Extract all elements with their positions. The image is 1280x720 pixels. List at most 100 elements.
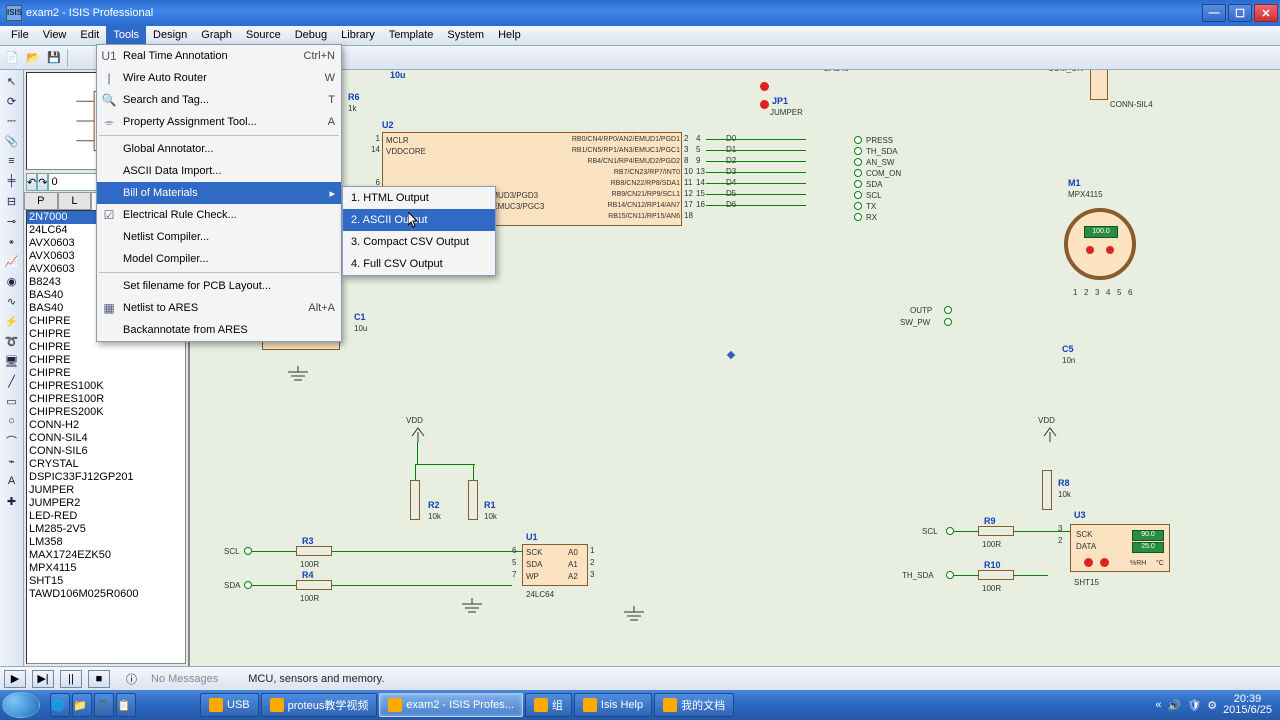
menu-edit[interactable]: Edit <box>73 26 106 45</box>
new-file-icon[interactable]: 📄 <box>2 48 22 68</box>
close-button[interactable]: ✕ <box>1254 4 1278 22</box>
device-item[interactable]: CHIPRE <box>27 367 185 380</box>
textdraw-icon[interactable]: A <box>2 472 22 490</box>
menu-library[interactable]: Library <box>334 26 382 45</box>
device-item[interactable]: LM358 <box>27 536 185 549</box>
tools-dropdown[interactable]: U1Real Time AnnotationCtrl+N|Wire Auto R… <box>96 44 342 342</box>
device-item[interactable]: CHIPRES100K <box>27 380 185 393</box>
stop-button[interactable]: ■ <box>88 670 110 688</box>
refresh-icon[interactable]: ⟳ <box>2 92 22 110</box>
device-item[interactable]: CHIPRES100R <box>27 393 185 406</box>
menu-tools[interactable]: Tools <box>106 26 146 45</box>
device-item[interactable]: LED-RED <box>27 510 185 523</box>
submenu-item[interactable]: 1. HTML Output <box>343 187 495 209</box>
menu-system[interactable]: System <box>440 26 491 45</box>
menu-item[interactable]: Backannotate from ARES <box>97 319 341 341</box>
tray-expand-icon[interactable]: « <box>1155 699 1161 711</box>
menu-graph[interactable]: Graph <box>194 26 239 45</box>
tape-icon[interactable]: ◉ <box>2 272 22 290</box>
menu-item[interactable]: Set filename for PCB Layout... <box>97 275 341 297</box>
play-button[interactable]: ▶ <box>4 670 26 688</box>
bus-icon[interactable]: ╪ <box>2 172 22 190</box>
submenu-item[interactable]: 4. Full CSV Output <box>343 253 495 275</box>
schematic-canvas[interactable]: R6 1k 10u U2 MCLRVDDCOREOSC1/CLK/CN30/RA… <box>190 70 1280 666</box>
tray-explorer[interactable]: 📁 <box>72 693 92 717</box>
device-item[interactable]: MAX1724EZK50 <box>27 549 185 562</box>
menu-item[interactable]: Netlist Compiler... <box>97 226 341 248</box>
device-item[interactable]: CHIPRE <box>27 354 185 367</box>
maximize-button[interactable]: ☐ <box>1228 4 1252 22</box>
menu-item[interactable]: ▦Netlist to ARESAlt+A <box>97 297 341 319</box>
menu-view[interactable]: View <box>36 26 74 45</box>
menu-item[interactable]: ☑Electrical Rule Check... <box>97 204 341 226</box>
path-icon[interactable]: ⌁ <box>2 452 22 470</box>
circle-icon[interactable]: ○ <box>2 412 22 430</box>
tab-l[interactable]: L <box>58 192 92 210</box>
component-icon[interactable]: ⎓ <box>2 112 22 130</box>
submenu-item[interactable]: 3. Compact CSV Output <box>343 231 495 253</box>
device-item[interactable]: LM285-2V5 <box>27 523 185 536</box>
wire-label-icon[interactable]: 📎 <box>2 132 22 150</box>
minimize-button[interactable]: — <box>1202 4 1226 22</box>
task-button[interactable]: exam2 - ISIS Profes... <box>379 693 523 717</box>
menu-item[interactable]: ⌯Property Assignment Tool...A <box>97 111 341 133</box>
menu-file[interactable]: File <box>4 26 36 45</box>
graph-icon[interactable]: 📈 <box>2 252 22 270</box>
device-item[interactable]: CONN-SIL4 <box>27 432 185 445</box>
task-button[interactable]: USB <box>200 693 259 717</box>
subckt-icon[interactable]: ⊟ <box>2 192 22 210</box>
rotate-right-icon[interactable]: ↷ <box>37 173 48 191</box>
bom-submenu[interactable]: 1. HTML Output2. ASCII Output3. Compact … <box>342 186 496 276</box>
device-item[interactable]: CHIPRES200K <box>27 406 185 419</box>
device-item[interactable]: CRYSTAL <box>27 458 185 471</box>
task-button[interactable]: Isis Help <box>574 693 652 717</box>
pause-button[interactable]: || <box>60 670 82 688</box>
menu-source[interactable]: Source <box>239 26 288 45</box>
start-button[interactable] <box>2 692 40 718</box>
device-item[interactable]: CHIPRE <box>27 341 185 354</box>
conn-j2[interactable] <box>1090 70 1108 100</box>
menu-item[interactable]: Model Compiler... <box>97 248 341 270</box>
tray-media[interactable]: 🎵 <box>94 693 114 717</box>
device-item[interactable]: TAWD106M025R0600 <box>27 588 185 601</box>
menu-debug[interactable]: Debug <box>288 26 334 45</box>
task-button[interactable]: 组 <box>525 693 572 717</box>
arc-icon[interactable]: ⌒ <box>2 432 22 450</box>
device-item[interactable]: JUMPER <box>27 484 185 497</box>
pin-icon[interactable]: ꘎ <box>2 232 22 250</box>
tab-p[interactable]: P <box>24 192 58 210</box>
device-item[interactable]: DSPIC33FJ12GP201 <box>27 471 185 484</box>
tray-app[interactable]: 📋 <box>116 693 136 717</box>
menu-item[interactable]: ASCII Data Import... <box>97 160 341 182</box>
device-item[interactable]: MPX4115 <box>27 562 185 575</box>
device-item[interactable]: CONN-SIL6 <box>27 445 185 458</box>
submenu-item[interactable]: 2. ASCII Output <box>343 209 495 231</box>
device-item[interactable]: SHT15 <box>27 575 185 588</box>
step-button[interactable]: ▶| <box>32 670 54 688</box>
menu-item[interactable]: Global Annotator... <box>97 138 341 160</box>
task-button[interactable]: proteus教学视频 <box>261 693 378 717</box>
menu-design[interactable]: Design <box>146 26 194 45</box>
device-item[interactable]: JUMPER2 <box>27 497 185 510</box>
probe-v-icon[interactable]: ⚡ <box>2 312 22 330</box>
menu-item[interactable]: |Wire Auto RouterW <box>97 67 341 89</box>
symbol-icon[interactable]: ✚ <box>2 492 22 510</box>
line-icon[interactable]: ╱ <box>2 372 22 390</box>
pointer-icon[interactable]: ↖ <box>2 72 22 90</box>
device-item[interactable]: CONN-H2 <box>27 419 185 432</box>
rect-icon[interactable]: ▭ <box>2 392 22 410</box>
menu-help[interactable]: Help <box>491 26 528 45</box>
probe-i-icon[interactable]: ➰ <box>2 332 22 350</box>
open-file-icon[interactable]: 📂 <box>23 48 43 68</box>
rotate-left-icon[interactable]: ↶ <box>26 173 37 191</box>
menu-template[interactable]: Template <box>382 26 441 45</box>
tray-ie[interactable]: 🌐 <box>50 693 70 717</box>
menu-item[interactable]: 🔍Search and Tag...T <box>97 89 341 111</box>
text-icon[interactable]: ≡ <box>2 152 22 170</box>
menu-item[interactable]: U1Real Time AnnotationCtrl+N <box>97 45 341 67</box>
terminal-icon[interactable]: ⊸ <box>2 212 22 230</box>
gen-icon[interactable]: ∿ <box>2 292 22 310</box>
instr-icon[interactable]: 🖥 <box>2 352 22 370</box>
menu-item[interactable]: Bill of Materials <box>97 182 341 204</box>
task-button[interactable]: 我的文档 <box>654 693 734 717</box>
